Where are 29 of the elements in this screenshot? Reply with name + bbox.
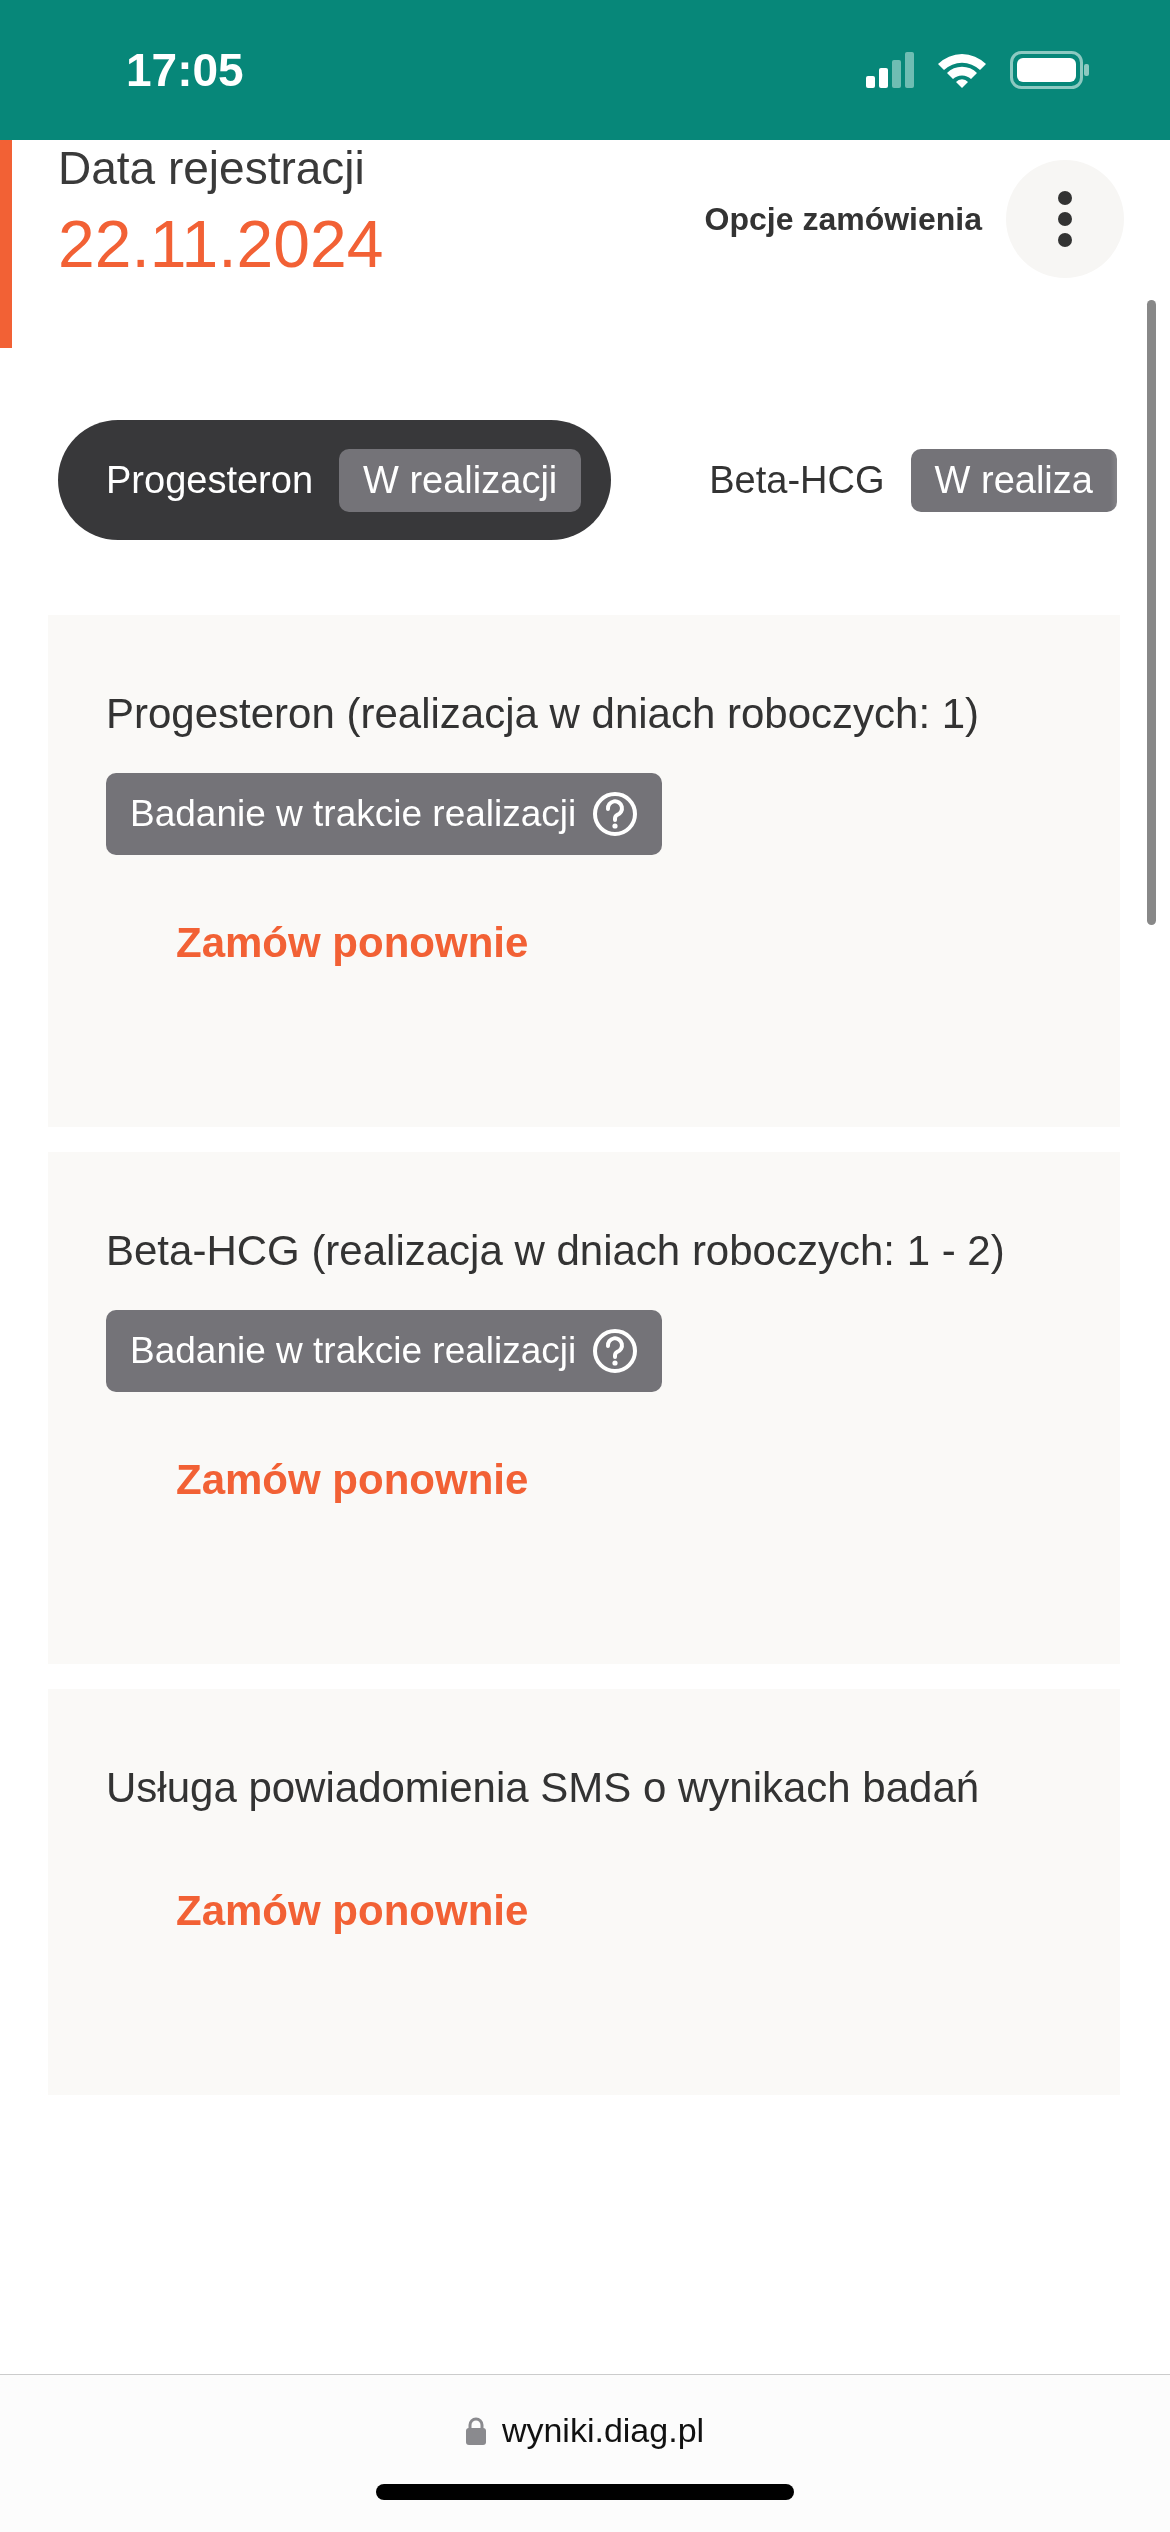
wifi-icon (936, 51, 988, 89)
test-tab[interactable]: Progesteron W realizacji (58, 420, 612, 540)
more-icon (1057, 190, 1073, 248)
help-icon[interactable] (592, 791, 639, 837)
test-title: Usługa powiadomienia SMS o wynikach badań (106, 1763, 981, 1813)
scrollbar[interactable] (1147, 300, 1156, 925)
test-title: Progesteron (realizacja w dniach roboczych: 1) (106, 689, 981, 739)
date-label: Data rejestracji (58, 141, 366, 196)
clock: 17:05 (126, 43, 244, 97)
battery-icon (1010, 51, 1090, 89)
status-text: Badanie w trakcie realizacji (130, 793, 577, 835)
lock-icon (465, 2416, 486, 2445)
reorder-link[interactable]: Zamów ponownie (176, 919, 529, 967)
status-badge: W realiza (910, 448, 1117, 512)
reorder-link[interactable]: Zamów ponownie (176, 1887, 529, 1935)
tab-label: Beta-HCG (709, 458, 885, 502)
url-text[interactable]: wyniki.diag.pl (501, 2411, 705, 2450)
test-tab[interactable]: Beta-HCG W realiza (661, 420, 1147, 540)
status-badge[interactable]: Badanie w trakcie realizacji (106, 1310, 663, 1392)
help-icon[interactable] (592, 1328, 639, 1374)
status-badge: W realizacji (339, 448, 582, 512)
status-badge[interactable]: Badanie w trakcie realizacji (106, 773, 663, 855)
tab-label: Progesteron (106, 458, 313, 502)
status-text: Badanie w trakcie realizacji (130, 1330, 577, 1372)
options-label: Opcje zamówienia (704, 200, 982, 238)
reorder-link[interactable]: Zamów ponownie (176, 1456, 529, 1504)
signal-icon (866, 52, 914, 88)
test-title: Beta-HCG (realizacja w dniach roboczych: 1 - 2) (106, 1226, 1006, 1276)
registration-date: 22.11.2024 (58, 206, 385, 283)
